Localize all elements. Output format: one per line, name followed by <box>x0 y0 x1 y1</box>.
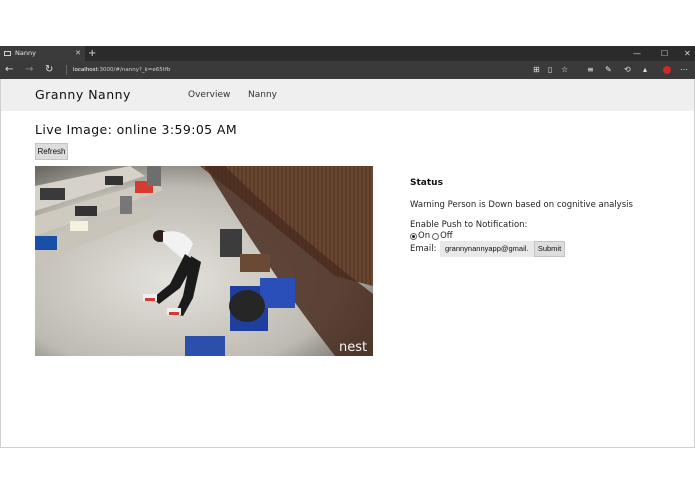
radio-on-label[interactable]: On <box>418 231 430 241</box>
more-icon[interactable]: ⋯ <box>680 61 688 79</box>
close-tab-icon[interactable]: ✕ <box>75 46 81 61</box>
share-icon[interactable]: ⟲ <box>624 61 631 79</box>
radio-on[interactable] <box>410 232 417 240</box>
favorite-star-icon[interactable]: ☆ <box>561 61 568 79</box>
status-title: Status <box>410 178 443 188</box>
page-icon <box>4 51 11 56</box>
back-icon[interactable]: ← <box>5 61 13 79</box>
tab-title: Nanny <box>15 49 36 57</box>
extension-icon[interactable]: ▴ <box>643 61 647 79</box>
nest-watermark: nest <box>339 340 367 355</box>
nav-nanny[interactable]: Nanny <box>248 79 277 111</box>
web-note-icon[interactable]: ✎ <box>605 61 612 79</box>
address-bar: ← → ↻ localhost:3000/#/nanny?_k=e65tfb ⊞… <box>0 61 695 79</box>
forward-icon[interactable]: → <box>25 61 33 79</box>
radio-off[interactable] <box>432 232 440 240</box>
radio-off-label[interactable]: Off <box>440 231 453 241</box>
tab-nanny[interactable]: Nanny ✕ <box>0 46 85 61</box>
url-field[interactable]: localhost:3000/#/nanny?_k=e65tfb <box>73 61 170 79</box>
email-field[interactable]: grannynannyapp@gmail. <box>440 241 534 257</box>
push-radio-group: On Off <box>410 231 453 241</box>
camera-feed-illustration: nest <box>35 166 373 356</box>
submit-button[interactable]: Submit <box>534 241 565 257</box>
email-label: Email: <box>410 244 437 254</box>
url-host: localhost <box>73 67 98 73</box>
address-divider <box>66 65 67 75</box>
maximize-icon[interactable]: ☐ <box>661 46 668 61</box>
new-tab-button[interactable]: + <box>88 46 96 61</box>
camera-image: nest <box>35 166 373 356</box>
nav-overview[interactable]: Overview <box>188 79 230 111</box>
pinterest-icon[interactable] <box>663 66 671 74</box>
book-icon[interactable]: ▯ <box>548 61 552 79</box>
reading-view-icon[interactable]: ⊞ <box>533 61 540 79</box>
page-title: Live Image: online 3:59:05 AM <box>35 122 238 137</box>
app-navbar: Granny Nanny Overview Nanny <box>1 79 694 111</box>
push-label: Enable Push to Notification: <box>410 220 528 230</box>
refresh-icon[interactable]: ↻ <box>45 61 53 79</box>
hub-icon[interactable]: ≡ <box>587 61 594 79</box>
refresh-button[interactable]: Refresh <box>35 143 68 160</box>
brand-logo[interactable]: Granny Nanny <box>35 79 131 111</box>
minimize-icon[interactable]: — <box>633 46 641 61</box>
close-window-icon[interactable]: ✕ <box>684 46 691 61</box>
url-path: :3000/#/nanny?_k=e65tfb <box>97 67 171 73</box>
tab-strip: Nanny ✕ + — ☐ ✕ <box>0 46 695 61</box>
status-message: Warning Person is Down based on cognitiv… <box>410 200 633 210</box>
